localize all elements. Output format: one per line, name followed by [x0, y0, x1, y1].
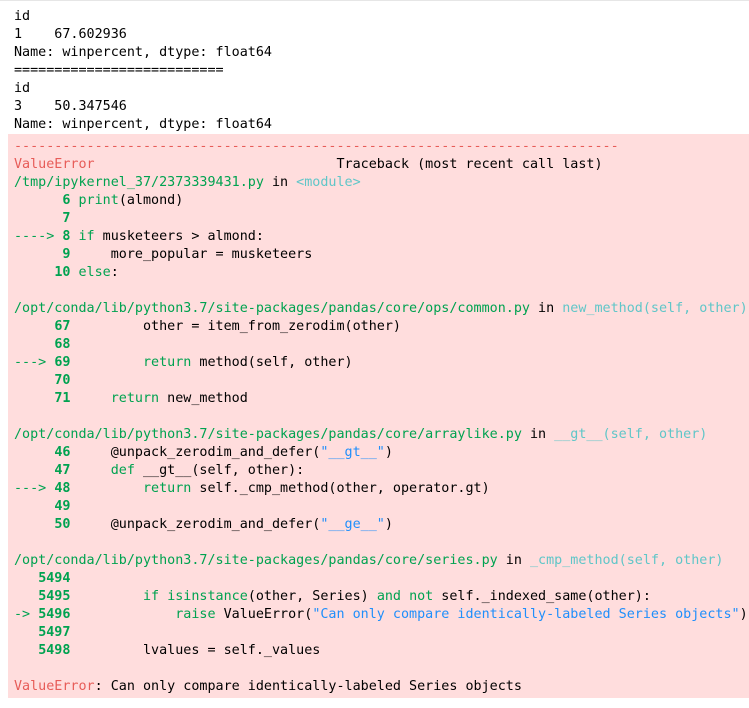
frame-in-word: in	[521, 427, 555, 442]
line-prefix	[14, 193, 62, 208]
frame-function: __gt__(self, other)	[554, 427, 708, 442]
line-number: 5494	[38, 571, 71, 586]
stdout-line: id	[14, 9, 31, 24]
line-prefix: ---->	[14, 229, 63, 244]
line-prefix	[14, 463, 54, 478]
line-prefix: ->	[14, 607, 39, 622]
line-prefix	[14, 265, 54, 280]
line-prefix	[14, 499, 54, 514]
line-prefix	[14, 247, 62, 262]
code-line: @unpack_zerodim_and_defer("__ge__")	[70, 517, 393, 532]
line-number: 5497	[38, 625, 71, 640]
cell-top-border	[0, 0, 749, 1]
code-line: return self._cmp_method(other, operator.…	[143, 481, 490, 496]
frame-function: new_method(self, other)	[562, 301, 748, 316]
frame-file-path: /tmp/ipykernel_37/2373339431.py	[14, 175, 264, 190]
line-number: 46	[54, 445, 71, 460]
stdout-line: id	[14, 81, 31, 96]
error-type: ValueError	[14, 157, 95, 172]
line-prefix	[14, 319, 54, 334]
frame-file-path: /opt/conda/lib/python3.7/site-packages/p…	[14, 553, 498, 568]
code-line: def __gt__(self, other):	[110, 463, 305, 478]
code-line: lvalues = self._values	[70, 643, 321, 658]
line-prefix	[14, 373, 54, 388]
line-number: 5495	[38, 589, 71, 604]
line-number: 47	[54, 463, 71, 478]
traceback-separator: ----------------------------------------…	[14, 139, 619, 154]
stdout-line: Name: winpercent, dtype: float64	[14, 117, 272, 132]
traceback-output: ----------------------------------------…	[8, 134, 749, 698]
line-prefix	[14, 445, 54, 460]
line-prefix	[14, 211, 62, 226]
frame-in-word: in	[263, 175, 297, 190]
frame-in-word: in	[497, 553, 530, 568]
frame-file-path: /opt/conda/lib/python3.7/site-packages/p…	[14, 427, 522, 442]
header-gap	[95, 157, 337, 172]
frame-file-path: /opt/conda/lib/python3.7/site-packages/p…	[14, 301, 530, 316]
stdout-line: Name: winpercent, dtype: float64	[14, 45, 272, 60]
line-number: 69	[54, 355, 71, 370]
line-prefix	[14, 589, 38, 604]
line-prefix	[14, 337, 54, 352]
line-prefix	[14, 517, 54, 532]
line-number: 71	[54, 391, 71, 406]
final-error-message: : Can only compare identically-labeled S…	[94, 679, 522, 694]
line-number: 7	[62, 211, 71, 226]
stdout-text: id 1 67.602936 Name: winpercent, dtype: …	[14, 8, 272, 134]
line-prefix: --->	[14, 355, 55, 370]
stdout-output: id 1 67.602936 Name: winpercent, dtype: …	[14, 8, 272, 134]
code-line: raise ValueError("Can only compare ident…	[175, 607, 748, 622]
line-number: 68	[54, 337, 71, 352]
code-line: return new_method	[110, 391, 248, 406]
final-error-type: ValueError	[14, 679, 95, 694]
line-prefix: --->	[14, 481, 55, 496]
line-number: 50	[54, 517, 71, 532]
stdout-line: 1 67.602936	[14, 27, 127, 42]
code-line: if isinstance(other, Series) and not sel…	[143, 589, 651, 604]
stdout-line: 3 50.347546	[14, 99, 127, 114]
code-line: print(almond)	[78, 193, 184, 208]
code-line: @unpack_zerodim_and_defer("__gt__")	[70, 445, 393, 460]
line-prefix	[14, 625, 38, 640]
frame-function: <module>	[296, 175, 361, 190]
line-number: 5496	[38, 607, 71, 622]
code-line: if musketeers > almond:	[78, 229, 264, 244]
traceback-header: Traceback (most recent call last)	[336, 157, 603, 172]
line-number: 49	[54, 499, 71, 514]
traceback-text: ----------------------------------------…	[8, 134, 749, 696]
line-prefix	[14, 571, 38, 586]
line-number: 48	[54, 481, 71, 496]
frame-function: _cmp_method(self, other)	[529, 553, 724, 568]
code-line: other = item_from_zerodim(other)	[70, 319, 401, 334]
frame-in-word: in	[529, 301, 563, 316]
line-number: 67	[54, 319, 71, 334]
line-prefix	[14, 643, 38, 658]
code-line: more_popular = musketeers	[70, 247, 313, 262]
line-number: 70	[54, 373, 71, 388]
code-line: return method(self, other)	[143, 355, 353, 370]
line-prefix	[14, 391, 54, 406]
stdout-line: ==========================	[14, 63, 224, 78]
line-number: 5498	[38, 643, 71, 658]
code-line: else:	[78, 265, 119, 280]
line-number: 10	[54, 265, 71, 280]
